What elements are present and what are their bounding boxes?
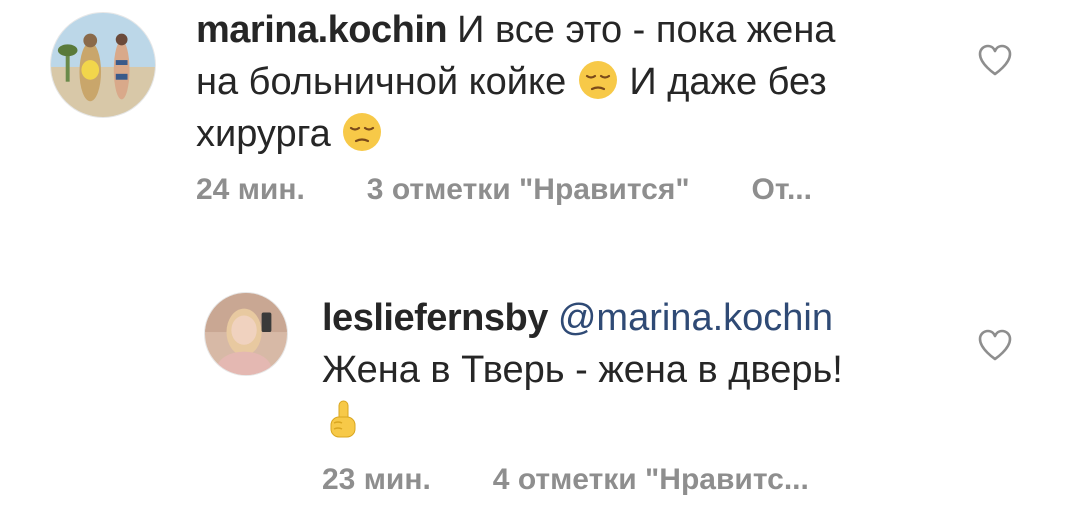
comment-line: lesliefernsby @marina.kochin bbox=[322, 292, 843, 344]
comment-likes[interactable]: 3 отметки "Нравится" bbox=[367, 170, 690, 210]
comment-time: 23 мин. bbox=[322, 463, 431, 496]
comment-meta: 24 мин. 3 отметки "Нравится" От... bbox=[196, 170, 812, 210]
comment-text-line1: Жена в Тверь - жена в дверь! bbox=[322, 349, 843, 391]
comment-line: хирурга bbox=[196, 108, 835, 160]
like-heart-icon[interactable] bbox=[975, 325, 1015, 365]
comment-username[interactable]: lesliefernsby bbox=[322, 297, 548, 339]
comment-text-line1: И все это - пока жена bbox=[457, 9, 836, 51]
comment-text-line2a: на больничной койке bbox=[196, 61, 567, 103]
comment-text: lesliefernsby @marina.kochin Жена в Тверь… bbox=[322, 292, 843, 448]
avatar[interactable] bbox=[204, 292, 288, 376]
comment-line bbox=[322, 396, 843, 448]
pensive-face-icon bbox=[341, 111, 383, 153]
comment-text-line2b: И даже без bbox=[629, 61, 827, 103]
comment-text: marina.kochin И все это - пока жена на бо… bbox=[196, 4, 835, 160]
like-heart-icon[interactable] bbox=[975, 40, 1015, 80]
comment-username[interactable]: marina.kochin bbox=[196, 9, 448, 51]
pensive-face-icon bbox=[577, 59, 619, 101]
comment-likes[interactable]: 4 отметки "Нравитс... bbox=[493, 460, 809, 500]
comment-meta: 23 мин. 4 отметки "Нравитс... bbox=[322, 460, 809, 500]
comment-time: 24 мин. bbox=[196, 173, 305, 206]
comment-line: на больничной койке И даже без bbox=[196, 56, 835, 108]
index-pointing-up-icon bbox=[322, 399, 364, 441]
avatar[interactable] bbox=[50, 12, 156, 118]
comment-line: marina.kochin И все это - пока жена bbox=[196, 4, 835, 56]
reply-button[interactable]: От... bbox=[752, 170, 812, 210]
comment-line: Жена в Тверь - жена в дверь! bbox=[322, 344, 843, 396]
comment-text-line3: хирурга bbox=[196, 113, 331, 155]
mention-link[interactable]: @marina.kochin bbox=[558, 297, 833, 339]
